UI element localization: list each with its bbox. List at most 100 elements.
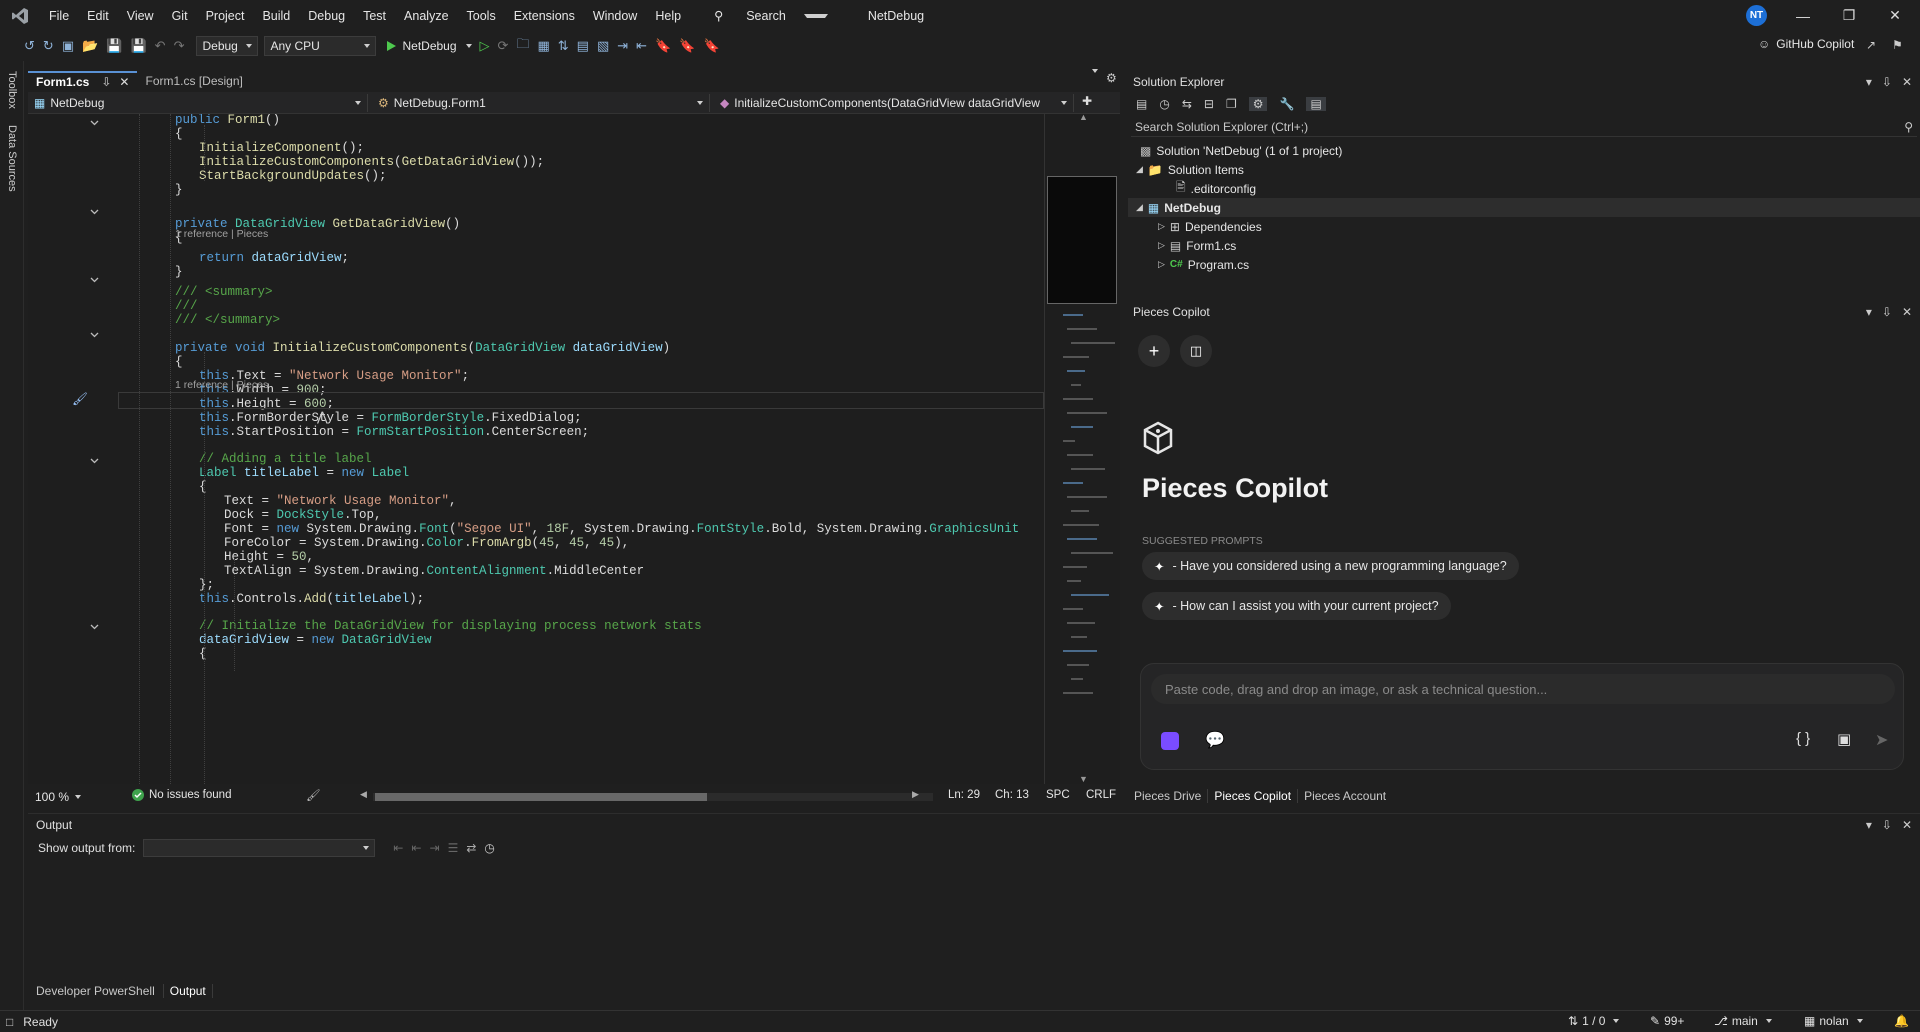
tab-developer-powershell[interactable]: Developer PowerShell: [28, 984, 163, 998]
restore-icon[interactable]: ❐: [1826, 0, 1872, 31]
pending-changes-indicator[interactable]: ✎ 99+: [1650, 1014, 1684, 1028]
github-copilot-button[interactable]: ☺ GitHub Copilot: [1758, 37, 1854, 51]
model-icon[interactable]: [1161, 732, 1179, 750]
tree-netdebug-project[interactable]: ◢ ▦ NetDebug: [1128, 198, 1920, 217]
account-avatar[interactable]: NT: [1746, 5, 1767, 26]
close-pane-icon[interactable]: ✕: [1902, 305, 1912, 319]
tab-form1-cs[interactable]: Form1.cs ⇩ ✕: [28, 71, 138, 91]
layout-icon[interactable]: ▦: [537, 38, 549, 54]
feedback-icon[interactable]: ⚑: [1892, 38, 1903, 52]
tree-form1-cs[interactable]: ▷ ▤ Form1.cs: [1158, 236, 1236, 255]
toggle-sidebar-button[interactable]: ◫: [1180, 335, 1212, 367]
menu-item-help[interactable]: Help: [646, 9, 690, 23]
add-context-icon[interactable]: 💬: [1205, 730, 1225, 750]
bookmark-icon[interactable]: 🔖: [655, 38, 671, 54]
tree-solution-items[interactable]: ◢ 📁 Solution Items: [1136, 160, 1244, 179]
scroll-up-icon[interactable]: ▲: [1079, 112, 1088, 122]
tree-program-cs[interactable]: ▷ C# Program.cs: [1158, 255, 1249, 274]
send-icon[interactable]: ➤: [1875, 730, 1888, 750]
zoom-dropdown[interactable]: 100 %: [30, 788, 86, 806]
configuration-dropdown[interactable]: Debug: [196, 36, 259, 56]
save-icon[interactable]: 💾: [106, 38, 122, 54]
hot-reload-icon[interactable]: ⟳: [498, 38, 509, 54]
output-source-dropdown[interactable]: [143, 839, 376, 857]
save-all-icon[interactable]: 💾: [130, 38, 146, 54]
toolbox-tab[interactable]: Toolbox: [6, 71, 18, 109]
tab-pieces-account[interactable]: Pieces Account: [1298, 789, 1392, 803]
tree-dependencies[interactable]: ▷ ⊞ Dependencies: [1158, 217, 1262, 236]
pending-changes-icon[interactable]: ◷: [1159, 97, 1169, 111]
start-debugging-button[interactable]: NetDebug: [386, 39, 472, 53]
search-button[interactable]: ⚲ Search: [696, 8, 837, 23]
data-sources-tab[interactable]: Data Sources: [6, 125, 18, 192]
chat-input[interactable]: Paste code, drag and drop an image, or a…: [1151, 674, 1895, 704]
scroll-down-icon[interactable]: ▼: [1079, 774, 1088, 784]
sync-icon[interactable]: ⇆: [1182, 97, 1192, 111]
tab-list-dropdown-icon[interactable]: [1088, 69, 1098, 87]
step-icon[interactable]: ⇅: [558, 38, 569, 54]
menu-item-debug[interactable]: Debug: [299, 9, 354, 23]
close-pane-icon[interactable]: ✕: [1902, 75, 1912, 89]
collapsed-icon[interactable]: ▷: [1158, 259, 1165, 270]
code-lens[interactable]: 1 reference | Pieces: [175, 226, 268, 243]
format-icon[interactable]: ▧: [597, 38, 609, 54]
code-snippet-icon[interactable]: { }: [1796, 730, 1810, 747]
pin-icon[interactable]: ⇩: [101, 75, 111, 89]
line-ending-indicator[interactable]: CRLF: [1086, 789, 1116, 801]
collapse-region-icon[interactable]: [90, 118, 99, 127]
split-editor-icon[interactable]: ✚: [1082, 94, 1092, 108]
horizontal-scrollbar[interactable]: [373, 793, 933, 801]
collapse-region-icon[interactable]: [90, 622, 99, 631]
collapse-region-icon[interactable]: [90, 456, 99, 465]
prev-bookmark-icon[interactable]: 🔖: [679, 38, 695, 54]
pane-menu-icon[interactable]: ▾: [1866, 305, 1872, 319]
collapsed-icon[interactable]: ▷: [1158, 221, 1165, 232]
forward-icon[interactable]: ↻: [43, 38, 54, 54]
scroll-right-icon[interactable]: ▶: [912, 789, 919, 800]
git-commits-indicator[interactable]: ⇅ 1 / 0: [1568, 1014, 1620, 1028]
menu-item-file[interactable]: File: [40, 9, 78, 23]
tab-output[interactable]: Output: [162, 984, 213, 998]
open-icon[interactable]: 📂: [82, 38, 98, 54]
platform-dropdown[interactable]: Any CPU: [264, 36, 377, 56]
filter-icon[interactable]: ⚙: [1248, 97, 1268, 111]
pane-menu-icon[interactable]: ▾: [1866, 75, 1872, 89]
notifications-icon[interactable]: 🔔: [1894, 1014, 1909, 1028]
pin-pane-icon[interactable]: ⇩: [1882, 305, 1892, 319]
member-dropdown[interactable]: ◆ InitializeCustomComponents(DataGridVie…: [714, 94, 1074, 112]
menu-item-tools[interactable]: Tools: [458, 9, 505, 23]
undo-icon[interactable]: ↶: [155, 38, 166, 54]
solution-search-input[interactable]: Search Solution Explorer (Ctrl+;) ⚲: [1131, 117, 1917, 137]
collapse-all-icon[interactable]: ⊟: [1204, 97, 1214, 111]
output-window-icon[interactable]: □: [6, 1015, 13, 1029]
issues-indicator[interactable]: No issues found: [132, 789, 231, 801]
screenshot-icon[interactable]: ▣: [1837, 730, 1851, 748]
tab-form1-design[interactable]: Form1.cs [Design]: [137, 71, 250, 91]
project-dropdown[interactable]: ▦ NetDebug: [28, 94, 368, 112]
editor-settings-icon[interactable]: ⚙: [1106, 71, 1117, 85]
find-message-icon[interactable]: ⇤: [393, 841, 403, 855]
suggested-prompt-2[interactable]: ✦ - How can I assist you with your curre…: [1142, 592, 1451, 620]
new-item-icon[interactable]: ▣: [62, 38, 74, 54]
expanded-icon[interactable]: ◢: [1136, 164, 1143, 175]
align-icon[interactable]: ▤: [577, 38, 589, 54]
menu-item-build[interactable]: Build: [253, 9, 299, 23]
menu-item-extensions[interactable]: Extensions: [505, 9, 584, 23]
preview-icon[interactable]: ▤: [1306, 97, 1326, 111]
show-all-files-icon[interactable]: ❐: [1226, 97, 1237, 111]
minimap-viewport[interactable]: [1047, 176, 1117, 304]
menu-item-analyze[interactable]: Analyze: [395, 9, 457, 23]
redo-icon[interactable]: ↷: [174, 38, 185, 54]
collapse-region-icon[interactable]: [90, 275, 99, 284]
pin-pane-icon[interactable]: ⇩: [1882, 75, 1892, 89]
collapse-region-icon[interactable]: [90, 207, 99, 216]
word-wrap-icon[interactable]: ⇄: [466, 841, 476, 855]
pane-menu-icon[interactable]: ▾: [1866, 818, 1872, 832]
column-indicator[interactable]: Ch: 13: [995, 789, 1029, 801]
git-branch-indicator[interactable]: ⎇ main: [1714, 1014, 1772, 1028]
share-icon[interactable]: ↗: [1866, 38, 1876, 52]
suggested-prompt-1[interactable]: ✦ - Have you considered using a new prog…: [1142, 552, 1519, 580]
pin-pane-icon[interactable]: ⇩: [1882, 818, 1892, 832]
tab-pieces-drive[interactable]: Pieces Drive: [1128, 789, 1207, 803]
code-minimap[interactable]: ▲ ▼: [1044, 112, 1120, 784]
